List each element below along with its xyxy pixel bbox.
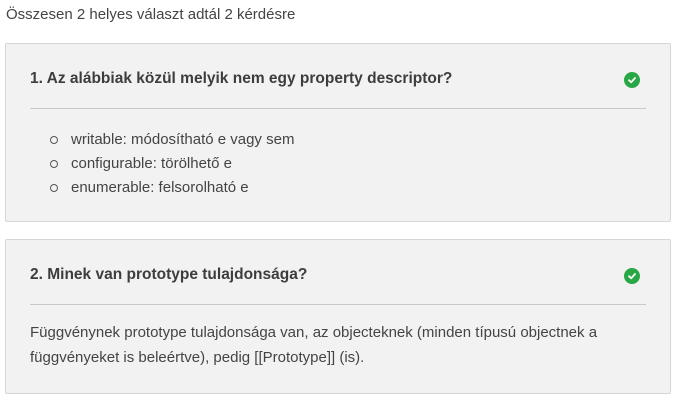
option-text: configurable: törölhető e <box>71 155 232 172</box>
bullet-icon <box>50 184 58 192</box>
question-header: 2. Minek van prototype tulajdonsága? <box>30 260 646 305</box>
answer-text: Függvénynek prototype tulajdonsága van, … <box>30 324 598 366</box>
list-item: configurable: törölhető e <box>50 152 294 176</box>
results-summary: Összesen 2 helyes választ adtál 2 kérdés… <box>6 6 296 23</box>
question-card-1: 1. Az alábbiak közül melyik nem egy prop… <box>5 43 671 222</box>
question-card-2: 2. Minek van prototype tulajdonsága? Füg… <box>5 239 671 394</box>
check-circle-icon <box>624 72 640 88</box>
question-title: 2. Minek van prototype tulajdonsága? <box>30 266 308 283</box>
check-circle-icon <box>624 268 640 284</box>
list-item: enumerable: felsorolható e <box>50 176 294 200</box>
option-text: writable: módosítható e vagy sem <box>71 131 295 148</box>
option-text: enumerable: felsorolható e <box>71 179 249 196</box>
bullet-icon <box>50 160 58 168</box>
question-title: 1. Az alábbiak közül melyik nem egy prop… <box>30 70 453 87</box>
bullet-icon <box>50 136 58 144</box>
options-list: writable: módosítható e vagy sem configu… <box>50 128 294 200</box>
question-header: 1. Az alábbiak közül melyik nem egy prop… <box>30 64 646 109</box>
list-item: writable: módosítható e vagy sem <box>50 128 294 152</box>
